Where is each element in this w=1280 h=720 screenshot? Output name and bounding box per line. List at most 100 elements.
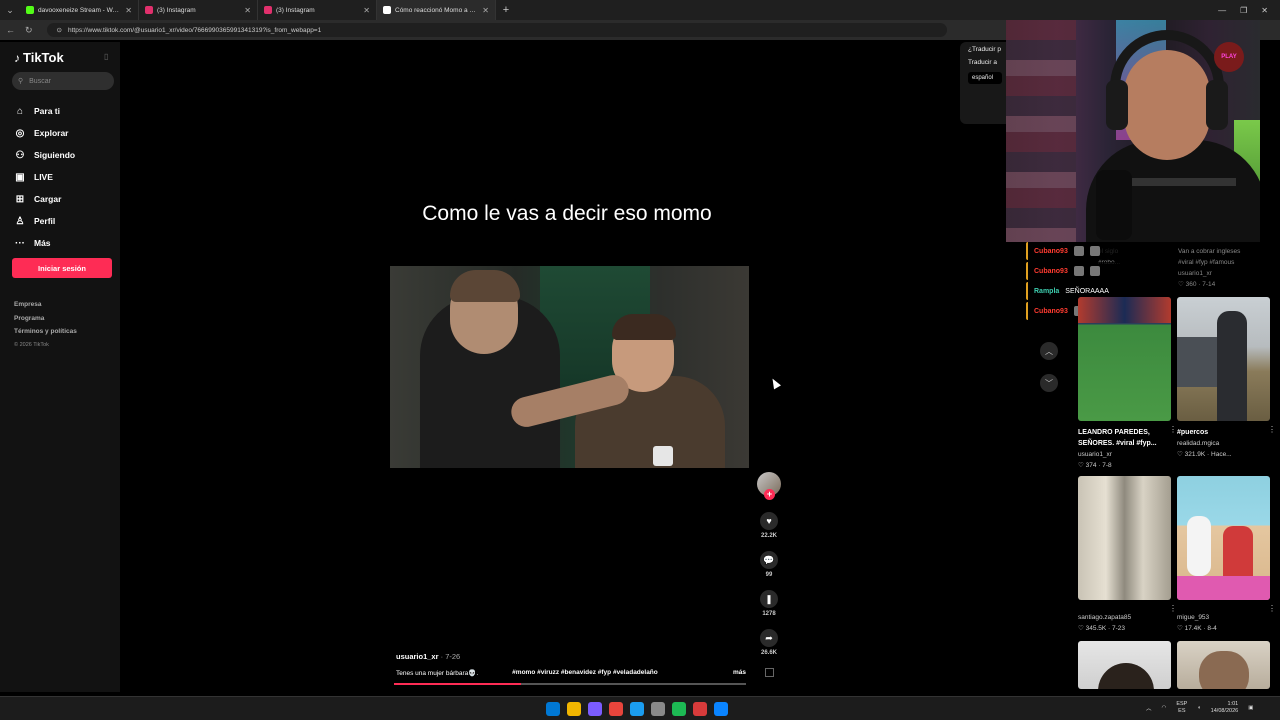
chat-username[interactable]: Rampla	[1034, 288, 1059, 295]
fullscreen-icon[interactable]	[765, 668, 774, 677]
taskbar-app-icon[interactable]	[714, 702, 728, 716]
minimize-icon[interactable]: —	[1218, 6, 1226, 15]
taskbar-app-icon[interactable]	[609, 702, 623, 716]
clock[interactable]: 1:01 14/08/2026	[1211, 701, 1239, 715]
taskbar-app-icon[interactable]	[651, 702, 665, 716]
video-card-user[interactable]: usuario1_xr	[1078, 449, 1171, 460]
wifi-icon[interactable]: ◠	[1162, 705, 1167, 711]
video-player[interactable]	[390, 266, 749, 468]
video-progress-fill	[394, 683, 521, 685]
video-card-title[interactable]: #puercos	[1177, 427, 1270, 438]
new-tab-button[interactable]: +	[496, 4, 516, 16]
chat-emote-icon	[1073, 266, 1084, 276]
taskbar-app-icon[interactable]	[672, 702, 686, 716]
kebab-menu-icon[interactable]: ⋮	[1169, 425, 1177, 434]
live-icon: ▣	[15, 171, 25, 183]
author-name[interactable]: usuario1_xr	[396, 652, 439, 661]
sidebar-item-perfil[interactable]: ♙ Perfil	[14, 210, 75, 232]
windows-start-icon[interactable]	[546, 702, 560, 716]
browser-tab[interactable]: (3) Instagram ✕	[139, 0, 258, 20]
video-progress-bar[interactable]	[394, 683, 746, 685]
footer-link[interactable]: Términos y políticas	[14, 325, 77, 339]
tab-close-icon[interactable]: ✕	[482, 6, 489, 15]
sidebar-item-más[interactable]: ··· Más	[14, 232, 75, 254]
browser-tab[interactable]: (3) Instagram ✕	[258, 0, 377, 20]
save-button[interactable]: ❚ 1278	[757, 590, 781, 617]
tray-chevron-icon[interactable]: ︿	[1146, 704, 1152, 712]
like-button[interactable]: ♥ 22.2K	[757, 512, 781, 539]
scroll-down-button[interactable]: ﹀	[1040, 374, 1058, 392]
taskbar-app-icon[interactable]	[567, 702, 581, 716]
tab-actions-menu-icon[interactable]: ⌄	[0, 0, 20, 20]
kebab-menu-icon[interactable]: ⋮	[1268, 604, 1276, 613]
notification-icon[interactable]: ▣	[1248, 705, 1253, 711]
video-thumbnail[interactable]	[1177, 476, 1270, 600]
scroll-up-button[interactable]: ︿	[1040, 342, 1058, 360]
browser-tab[interactable]: Cómo reaccionó Momo a Vi... ✕	[377, 0, 496, 20]
taskbar-app-icon[interactable]	[693, 702, 707, 716]
mouse-cursor-icon	[769, 376, 781, 390]
sidebar-item-explorar[interactable]: ◎ Explorar	[14, 122, 75, 144]
video-card[interactable]: #puercos realidad.mgica ♡ 321.9K · Hace...…	[1177, 297, 1276, 460]
video-card[interactable]: migue_953 ♡ 17.4K · 8-4 ⋮	[1177, 476, 1276, 634]
tab-favicon-icon	[26, 6, 34, 14]
follow-plus-icon[interactable]: +	[764, 489, 775, 500]
video-card-user[interactable]: realidad.mgica	[1177, 438, 1270, 449]
footer-link[interactable]: Empresa	[14, 298, 77, 312]
tab-close-icon[interactable]: ✕	[125, 6, 132, 15]
taskbar-app-icon[interactable]	[588, 702, 602, 716]
login-button[interactable]: Iniciar sesión	[12, 258, 112, 278]
share-button[interactable]: ➦ 26.6K	[757, 629, 781, 656]
more-link[interactable]: más	[733, 669, 746, 677]
comment-button[interactable]: 💬 99	[757, 551, 781, 578]
translate-panel: ¿Traducir p Traducir a español	[960, 42, 1006, 124]
browser-tab[interactable]: davooxeneize Stream - Watch ✕	[20, 0, 139, 20]
video-card-user[interactable]: migue_953	[1177, 612, 1270, 623]
sidebar-item-label: Más	[34, 238, 51, 248]
back-icon[interactable]: ←	[6, 25, 15, 35]
input-language[interactable]: ESP ES	[1176, 701, 1187, 715]
maximize-icon[interactable]: ❐	[1240, 6, 1247, 15]
video-card[interactable]	[1177, 641, 1270, 689]
reload-icon[interactable]: ↻	[25, 25, 33, 36]
volume-icon[interactable]: ◖	[1197, 705, 1200, 711]
collapse-sidebar-icon[interactable]: ▯	[104, 52, 108, 61]
sidebar-item-para-ti[interactable]: ⌂ Para ti	[14, 100, 75, 122]
sidebar-item-siguiendo[interactable]: ⚇ Siguiendo	[14, 144, 76, 166]
tab-strip: davooxeneize Stream - Watch ✕ (3) Instagra…	[20, 0, 496, 20]
video-overlay-text: Como le vas a decir eso momo	[422, 202, 712, 225]
close-window-icon[interactable]: ✕	[1261, 6, 1268, 15]
share-count: 26.6K	[760, 650, 777, 656]
url-field[interactable]: ⊙ https://www.tiktok.com/@usuario1_xr/vi…	[46, 23, 947, 37]
footer-link[interactable]: Programa	[14, 312, 77, 326]
chat-username[interactable]: Cubano93	[1034, 308, 1068, 315]
kebab-menu-icon[interactable]: ⋮	[1268, 425, 1276, 434]
translate-language-select[interactable]: español	[968, 72, 1002, 84]
tab-close-icon[interactable]: ✕	[363, 6, 370, 15]
video-card[interactable]: santiago.zapata85 ♡ 345.5K · 7-23 ⋮	[1078, 476, 1177, 634]
tiktok-logo[interactable]: ♪ TikTok	[14, 50, 64, 65]
search-input[interactable]: ⚲ Buscar	[12, 72, 114, 90]
video-thumbnail[interactable]	[1177, 297, 1270, 421]
taskbar-app-icon[interactable]	[630, 702, 644, 716]
kebab-menu-icon[interactable]: ⋮	[1169, 604, 1177, 613]
video-thumbnail[interactable]	[1078, 476, 1171, 600]
video-hashtags[interactable]: #momo #viruzz #benavidez #fyp #veladadel…	[512, 669, 658, 677]
site-info-icon[interactable]: ⊙	[57, 26, 62, 34]
chat-username[interactable]: Cubano93	[1034, 248, 1068, 255]
sidebar-item-live[interactable]: ▣ LIVE	[14, 166, 75, 188]
profile-icon: ♙	[15, 215, 25, 227]
video-card[interactable]: LEANDRO PAREDES, SEÑORES. #viral #fyp...…	[1078, 297, 1177, 471]
video-thumbnail[interactable]	[1177, 641, 1270, 689]
video-thumbnail[interactable]	[1078, 641, 1171, 689]
sidebar-item-cargar[interactable]: ⊞ Cargar	[14, 188, 75, 210]
streamer-webcam: PLAY	[1006, 20, 1260, 242]
video-thumbnail[interactable]	[1078, 297, 1171, 421]
video-card[interactable]	[1078, 641, 1171, 689]
video-card-user[interactable]: santiago.zapata85	[1078, 612, 1171, 623]
chat-username[interactable]: Cubano93	[1034, 268, 1068, 275]
tab-close-icon[interactable]: ✕	[244, 6, 251, 15]
sidebar: ♪ TikTok ▯ ⚲ Buscar ⌂ Para ti ◎ Explorar ⚇ Si…	[0, 42, 120, 692]
video-card-title[interactable]: LEANDRO PAREDES, SEÑORES. #viral #fyp...	[1078, 427, 1171, 449]
partial-line: Van a cobrar ingleses	[1178, 248, 1241, 255]
